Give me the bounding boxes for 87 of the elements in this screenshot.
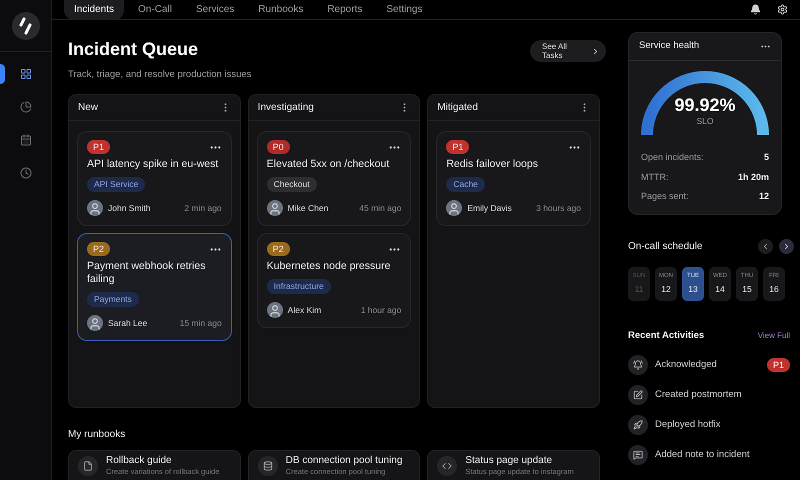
priority-badge: P1 [766,358,790,372]
avatar [87,200,103,216]
assignee-name: Emily Davis [467,202,512,215]
grid-icon[interactable] [20,68,32,80]
incident-card[interactable]: P2 Kubernetes node pressure Infrastructure Alex Kim 1 hour ago [256,233,412,328]
previous-button[interactable] [758,238,773,254]
nav-tab[interactable]: Services [186,0,244,20]
slo-value: 99.92% [674,95,736,115]
calendar-icon[interactable] [20,134,32,146]
incident-card[interactable]: P0 Elevated 5xx on /checkout Checkout Mike Chen 45 min ago [256,131,412,226]
see-all-tasks-button[interactable]: See All Tasks [530,40,606,62]
slo-caption: SLO [696,115,714,128]
chevron-left-icon [761,242,770,250]
column-title: Investigating [258,101,314,116]
time-ago: 2 min ago [184,202,222,215]
next-button[interactable] [779,238,794,254]
stat-label: MTTR: [641,170,668,184]
notification-bell-icon[interactable] [750,4,761,15]
incident-title: Kubernetes node pressure [266,260,392,274]
stat-value: 12 [758,190,769,203]
stat-label: Open incidents: [641,151,704,164]
section-title: My runbooks [68,428,126,442]
database-icon [258,456,278,476]
avatar [446,200,462,216]
section-title: Recent Activities [628,328,704,342]
column-title: New [78,101,98,116]
runbook-title: Status page update [465,454,554,467]
page-title: Incident Queue [68,38,200,60]
avatar [266,302,283,318]
settings-icon[interactable] [777,4,788,15]
nav-tab[interactable]: Runbooks [248,0,314,20]
stat-value: 5 [764,151,769,164]
activity-text: Acknowledged [655,358,718,372]
rocket-icon [628,414,648,435]
stat-label: Pages sent: [641,190,689,203]
priority-badge: P0 [266,140,290,154]
view-full-link[interactable]: View Full [758,330,790,342]
assignee-name: John Smith [108,202,151,215]
incident-title: Payment webhook retries failing [87,260,206,286]
stat-value: 1h 20m [738,170,769,184]
service-tag: Checkout [266,177,317,192]
incident-title: Elevated 5xx on /checkout [266,158,390,172]
chevron-right-icon [782,242,791,250]
assignee-name: Sarah Lee [108,316,148,330]
incident-card[interactable]: P1 Redis failover loops Cache Emily Davis 3 hours ago [436,131,592,226]
edit-icon [628,384,648,405]
section-title: On-call schedule [628,240,702,254]
priority-badge: P1 [446,140,470,154]
nav-tab[interactable]: Reports [317,0,372,20]
assignee-name: Alex Kim [288,304,322,317]
nav-tab[interactable]: Settings [376,0,432,20]
service-tag: API Service [87,177,146,192]
avatar [266,200,283,216]
activity-text: Deployed hotfix [655,418,722,432]
column-title: Mitigated [437,101,478,116]
chevron-right-icon [591,46,600,56]
incident-title: Redis failover loops [446,158,539,172]
priority-badge: P2 [87,242,110,256]
message-icon [628,444,648,465]
file-icon [78,456,98,476]
incident-card[interactable]: P1 API latency spike in eu-west API Service John Smith 2 min ago [77,131,232,226]
nav-tab[interactable]: On-Call [128,0,182,20]
runbook-title: Rollback guide [106,454,173,467]
clock-icon[interactable] [20,167,32,179]
logo-icon[interactable] [12,12,40,40]
time-ago: 3 hours ago [536,202,582,215]
runbook-title: DB connection pool tuning [286,454,402,467]
bell-icon [628,354,648,375]
assignee-name: Mike Chen [288,202,328,215]
time-ago: 15 min ago [180,316,222,330]
card-title: Service health [639,39,700,54]
pie-chart-icon[interactable] [20,101,32,113]
incident-title: API latency spike in eu-west [87,158,220,172]
nav-tab[interactable]: Incidents [64,0,124,20]
activity-text: Created postmortem [655,388,743,402]
service-tag: Infrastructure [266,279,331,294]
priority-badge: P2 [266,242,290,256]
code-icon [437,456,458,476]
service-tag: Payments [87,292,139,308]
time-ago: 45 min ago [359,202,402,215]
avatar [87,315,103,332]
time-ago: 1 hour ago [360,304,402,317]
service-tag: Cache [446,177,485,192]
page-subtitle: Track, triage, and resolve production issues [68,68,252,82]
activity-text: Added note to incident [655,448,751,462]
incident-card[interactable]: P2 Payment webhook retries failing Payments Sarah Lee 15 min ago [77,233,232,342]
priority-badge: P1 [87,140,110,154]
